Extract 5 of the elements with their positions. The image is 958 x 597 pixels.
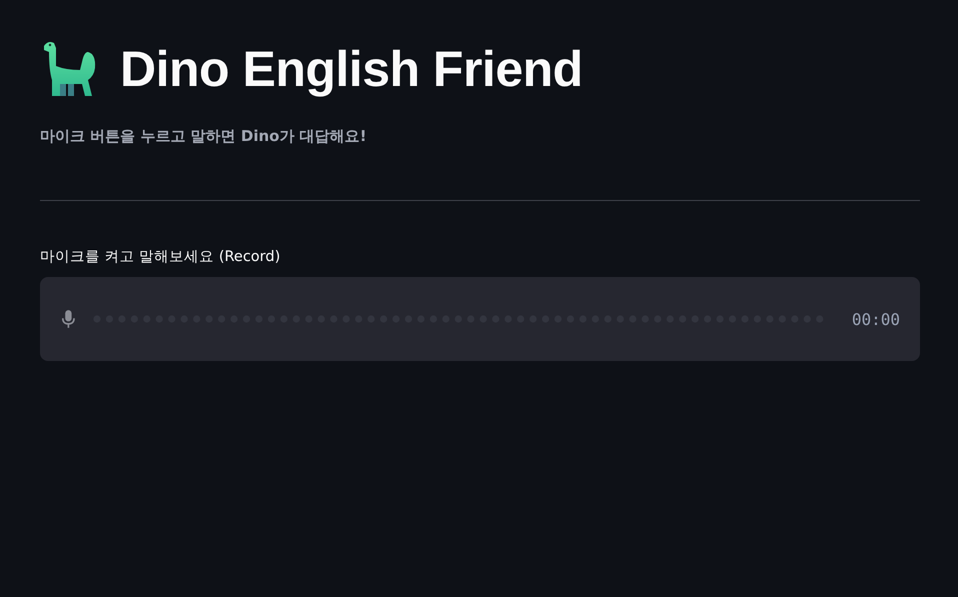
recording-time: 00:00 bbox=[852, 310, 900, 328]
page-title: Dino English Friend bbox=[120, 40, 583, 99]
recorder-label: 마이크를 켜고 말해보세요 (Record) bbox=[40, 248, 280, 267]
microphone-icon[interactable] bbox=[62, 308, 75, 330]
subtitle: 마이크 버튼을 누르고 말하면 Dino가 대답해요! bbox=[40, 126, 368, 147]
